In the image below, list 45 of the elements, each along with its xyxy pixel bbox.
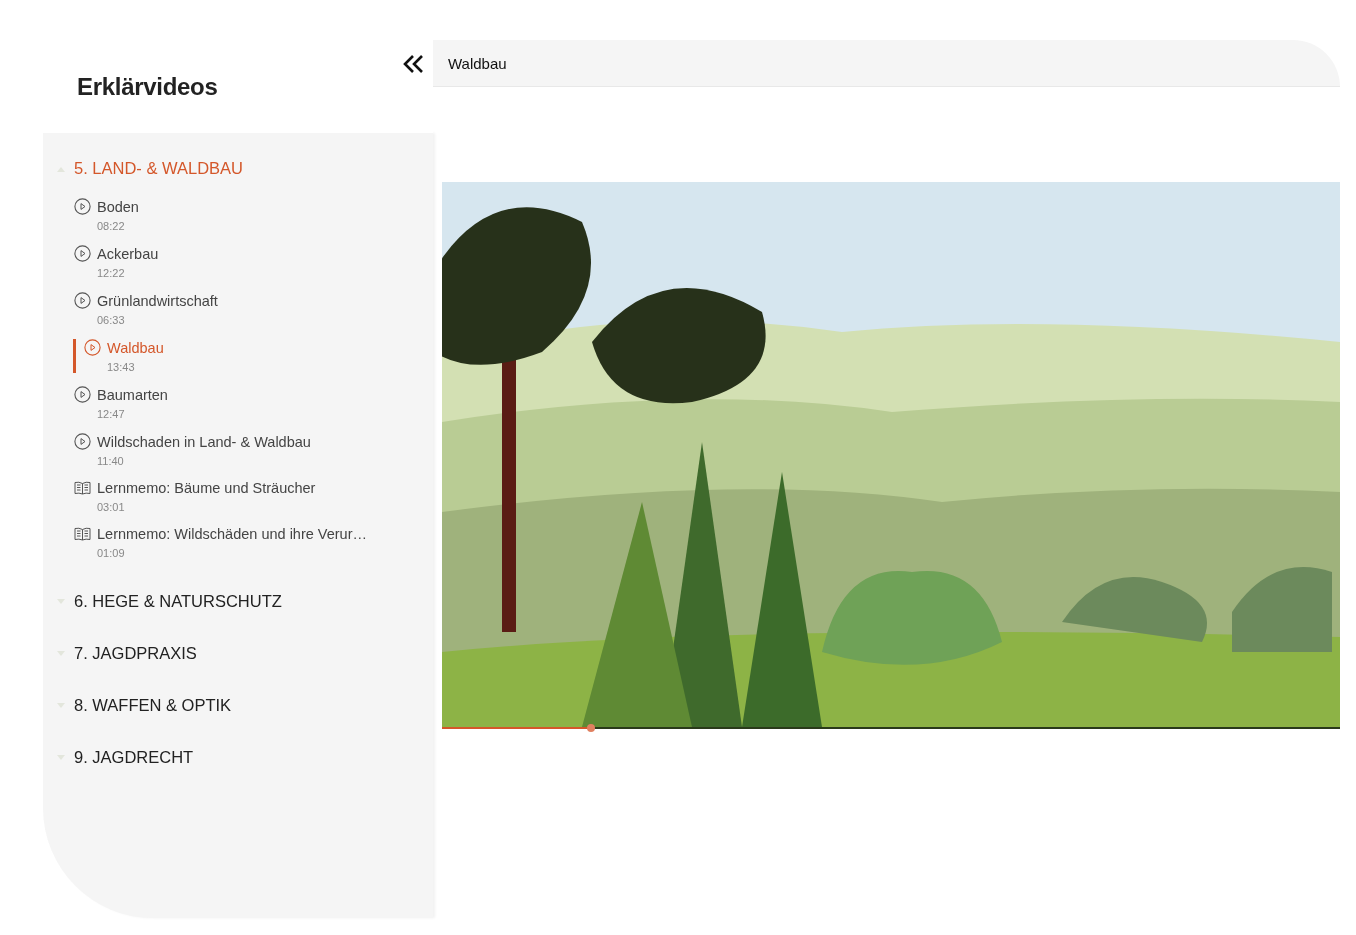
book-icon: [74, 481, 91, 495]
caret-icon: [57, 702, 65, 709]
caret-icon: [57, 754, 65, 761]
lesson-title: Boden: [97, 198, 139, 215]
play-icon: [74, 245, 91, 262]
play-icon: [74, 198, 91, 215]
section-header[interactable]: 9. JAGDRECHT: [57, 748, 194, 767]
collapse-icon[interactable]: [403, 54, 425, 74]
caret-icon: [57, 650, 65, 657]
lesson-item[interactable]: Ackerbau 12:22: [74, 245, 413, 279]
caret-icon: [57, 165, 65, 172]
play-icon: [74, 433, 91, 450]
lesson-item[interactable]: Lernmemo: Wildschäden und ihre Verur… 01:09: [74, 526, 413, 559]
lesson-duration: 13:43: [106, 361, 136, 373]
section-header[interactable]: 8. WAFFEN & OPTIK: [57, 696, 232, 715]
book-icon: [74, 527, 91, 541]
section-header[interactable]: 7. JAGDPRAXIS: [57, 644, 197, 663]
sidebar-title: Erklärvideos: [77, 72, 218, 101]
lesson-title: Baumarten: [97, 386, 168, 403]
lesson-title: Ackerbau: [97, 245, 159, 262]
lesson-duration: 11:40: [96, 455, 125, 467]
lesson-item[interactable]: Wildschaden in Land- & Waldbau 11:40: [74, 433, 413, 467]
lesson-item[interactable]: Waldbau 13:43: [73, 339, 413, 373]
lesson-item[interactable]: Lernmemo: Bäume und Sträucher 03:01: [74, 480, 413, 513]
play-icon: [84, 339, 101, 356]
lesson-duration: 01:09: [96, 547, 126, 559]
video-title: Waldbau: [448, 54, 507, 72]
section-header[interactable]: 5. LAND- & WALDBAU: [57, 159, 243, 178]
lesson-item[interactable]: Grünlandwirtschaft 06:33: [74, 292, 413, 326]
play-icon: [74, 292, 91, 309]
lesson-item[interactable]: Baumarten 12:47: [74, 386, 413, 420]
lesson-duration: 12:22: [96, 267, 126, 279]
section-header[interactable]: 6. HEGE & NATURSCHUTZ: [57, 592, 282, 611]
play-icon: [74, 386, 91, 403]
lesson-title: Wildschaden in Land- & Waldbau: [97, 433, 311, 450]
lesson-title: Lernmemo: Wildschäden und ihre Verur…: [97, 526, 367, 542]
lesson-duration: 06:33: [96, 314, 126, 326]
lesson-item[interactable]: Boden 08:22: [74, 198, 413, 232]
lesson-duration: 12:47: [96, 408, 126, 420]
lesson-duration: 08:22: [96, 220, 126, 232]
caret-icon: [57, 598, 65, 605]
lesson-title: Grünlandwirtschaft: [97, 292, 218, 309]
lesson-title: Waldbau: [107, 339, 164, 356]
lesson-duration: 03:01: [96, 501, 126, 513]
lesson-title: Lernmemo: Bäume und Sträucher: [97, 480, 316, 496]
